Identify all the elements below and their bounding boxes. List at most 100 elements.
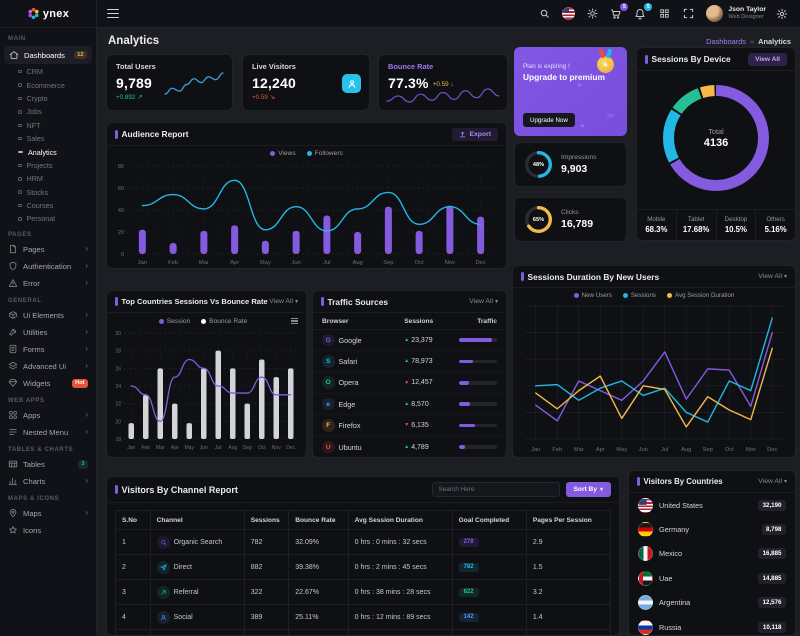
sidebar-item-forms[interactable]: Forms› xyxy=(0,341,96,358)
sidebar-item-charts[interactable]: Charts› xyxy=(0,473,96,490)
sessions-duration-view-all[interactable]: View All▾ xyxy=(758,273,787,280)
sidebar-item-icons[interactable]: Icons xyxy=(0,522,96,539)
sidebar-subitem-ecommerce[interactable]: Ecommerce xyxy=(0,78,96,91)
decoration: ● xyxy=(580,121,585,130)
sidebar-item-authentication[interactable]: Authentication› xyxy=(0,258,96,275)
svg-text:Sep: Sep xyxy=(243,445,252,450)
theme-toggle-sun-icon[interactable] xyxy=(584,6,600,22)
svg-text:Sep: Sep xyxy=(703,447,713,452)
shield-icon xyxy=(8,261,18,271)
ru-flag-icon xyxy=(638,620,653,635)
traffic-row-safari[interactable]: S Safari ▲78,973 xyxy=(313,351,506,372)
decoration: ∷ xyxy=(521,54,526,63)
sessions-duration-chart: JanFebMarAprMayJunJulAugSepOctNovDec xyxy=(513,302,795,457)
sidebar-subitem-jobs[interactable]: Jobs xyxy=(0,105,96,118)
plan-expiring-text: Plan is expiring ! xyxy=(523,63,627,70)
countries-view-all[interactable]: View All▾ xyxy=(758,478,787,485)
cart-icon[interactable]: 5 xyxy=(608,6,624,22)
channel-row-social[interactable]: 4 Social 38925.11%0 hrs : 12 mins : 89 s… xyxy=(116,605,611,630)
sidebar-item-advanced-ui[interactable]: Advanced Ui› xyxy=(0,358,96,375)
channel-row-direct[interactable]: 2 Direct 88239.38%0 hrs : 2 mins : 45 se… xyxy=(116,555,611,580)
export-button[interactable]: Export xyxy=(452,128,498,141)
sidebar-subitem-crm[interactable]: CRM xyxy=(0,65,96,78)
channel-col-pages-per-session: Pages Per Session xyxy=(526,511,610,530)
sidebar-item-apps[interactable]: Apps› xyxy=(0,407,96,424)
svg-text:Feb: Feb xyxy=(141,445,150,450)
traffic-row-ubuntu[interactable]: U Ubuntu ▲4,789 xyxy=(313,436,506,457)
sidebar-subitem-sales[interactable]: Sales xyxy=(0,132,96,145)
search-icon[interactable] xyxy=(536,6,552,22)
channel-row-organic-search[interactable]: 1 Organic Search 78232.09%0 hrs : 0 mins… xyxy=(116,530,611,555)
sidebar-item-tables[interactable]: Tables3 xyxy=(0,456,96,473)
menu-toggle-icon[interactable] xyxy=(107,9,119,18)
svg-text:18: 18 xyxy=(115,437,121,443)
device-view-all-button[interactable]: View All xyxy=(748,53,787,66)
sidebar-subitem-crypto[interactable]: Crypto xyxy=(0,92,96,105)
traffic-progress-bar xyxy=(459,402,497,406)
traffic-progress-bar xyxy=(459,360,497,364)
sidebar-subitem-courses[interactable]: Courses xyxy=(0,199,96,212)
fullscreen-icon[interactable] xyxy=(680,6,696,22)
traffic-row-opera[interactable]: O Opera ▼12,457 xyxy=(313,373,506,394)
legend-item: Session xyxy=(159,318,190,325)
sidebar-subitem-nft[interactable]: NFT xyxy=(0,119,96,132)
country-row-mexico[interactable]: Mexico 16,885 xyxy=(629,542,795,566)
top-countries-view-all[interactable]: View All▾ xyxy=(269,298,298,305)
sidebar-item-widgets[interactable]: WidgetsHot xyxy=(0,375,96,392)
channel-row-referral[interactable]: 3 Referral 32222.67%0 hrs : 38 mins : 28… xyxy=(116,580,611,605)
apps-grid-icon[interactable] xyxy=(656,6,672,22)
country-row-uae[interactable]: Uae 14,885 xyxy=(629,566,795,590)
tools-icon xyxy=(8,327,18,337)
sidebar-item-pages[interactable]: Pages› xyxy=(0,241,96,258)
sidebar-subitem-personal[interactable]: Personal xyxy=(0,212,96,225)
star-icon xyxy=(8,525,18,535)
svg-text:Jul: Jul xyxy=(323,260,330,265)
country-row-argentina[interactable]: Argentina 12,576 xyxy=(629,591,795,615)
chart-menu-icon[interactable] xyxy=(291,318,298,325)
country-row-germany[interactable]: Germany 8,798 xyxy=(629,517,795,541)
settings-gear-icon[interactable] xyxy=(774,6,790,22)
sidebar-item-utilities[interactable]: Utilities› xyxy=(0,324,96,341)
country-row-united-states[interactable]: United States 32,190 xyxy=(629,493,795,517)
sidebar-item-dashboards[interactable]: Dashboards12 xyxy=(4,46,92,64)
svg-text:Oct: Oct xyxy=(415,260,424,265)
edge-browser-icon: e xyxy=(322,398,335,411)
country-value-badge: 16,885 xyxy=(758,548,786,559)
traffic-row-edge[interactable]: e Edge ▲8,570 xyxy=(313,394,506,415)
ubuntu-browser-icon: U xyxy=(322,441,335,454)
svg-text:Apr: Apr xyxy=(596,447,605,452)
svg-text:Jun: Jun xyxy=(291,260,300,265)
sidebar-item-nested-menu[interactable]: Nested Menu› xyxy=(0,424,96,441)
breadcrumb-dashboards[interactable]: Dashboards xyxy=(706,37,746,46)
sidebar-subitem-stocks[interactable]: Stocks xyxy=(0,186,96,199)
sidebar-subitem-hrm[interactable]: HRM xyxy=(0,172,96,185)
search-input[interactable] xyxy=(432,482,560,497)
sidebar-item-maps[interactable]: Maps› xyxy=(0,505,96,522)
warning-icon xyxy=(8,278,18,288)
sort-by-button[interactable]: Sort By▾ xyxy=(566,482,611,497)
traffic-row-firefox[interactable]: F Firefox ▼6,135 xyxy=(313,415,506,436)
list-icon xyxy=(8,427,18,437)
sidebar-subitem-projects[interactable]: Projects xyxy=(0,159,96,172)
traffic-row-google[interactable]: G Google ▲23,379 xyxy=(313,330,506,351)
notifications-bell-icon[interactable]: 5 xyxy=(632,6,648,22)
donut-center: Total 4136 xyxy=(662,84,770,192)
language-flag-icon[interactable] xyxy=(560,6,576,22)
upgrade-now-button[interactable]: Upgrade Now xyxy=(523,113,575,127)
channel-row-email[interactable]: 5 Email 37823.79%0 hrs : 14 mins : 27 se… xyxy=(116,630,611,636)
svg-text:26: 26 xyxy=(115,366,121,372)
legend-item: Bounce Rate xyxy=(201,318,247,325)
sidebar-item-ui-elements[interactable]: Ui Elements› xyxy=(0,307,96,324)
page-title: Analytics xyxy=(108,35,159,47)
traffic-view-all[interactable]: View All▾ xyxy=(469,298,498,305)
svg-text:Jul: Jul xyxy=(215,445,221,450)
live-visitors-person-icon[interactable] xyxy=(342,74,361,93)
user-menu[interactable]: Json Taylor Web Designer xyxy=(706,5,766,22)
country-row-russia[interactable]: Russia 10,118 xyxy=(629,615,795,636)
svg-text:Sep: Sep xyxy=(383,260,393,265)
sidebar-subitem-analytics[interactable]: Analytics xyxy=(0,145,96,158)
sessions-duration-card: Sessions Duration By New Users View All▾… xyxy=(512,265,796,458)
sidebar-item-error[interactable]: Error› xyxy=(0,275,96,292)
brand-logo[interactable]: ynex xyxy=(0,0,96,28)
top-countries-legend: Session Bounce Rate xyxy=(115,318,291,325)
